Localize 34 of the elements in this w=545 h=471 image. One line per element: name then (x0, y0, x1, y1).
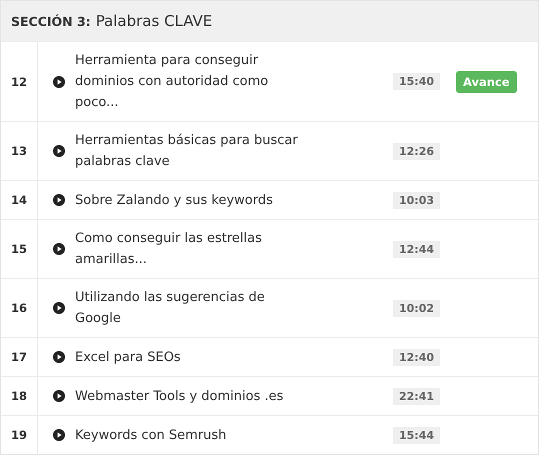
lesson-number: 19 (1, 416, 38, 454)
play-icon[interactable] (53, 76, 65, 88)
lesson-title[interactable]: Sobre Zalando y sus keywords (75, 190, 301, 210)
play-icon[interactable] (53, 194, 65, 206)
lesson-title[interactable]: Excel para SEOs (75, 346, 301, 368)
duration-badge: 10:02 (393, 300, 440, 316)
lesson-number: 13 (1, 122, 38, 180)
lesson-number: 17 (1, 338, 38, 376)
duration-badge: 12:44 (393, 240, 440, 258)
lesson-number: 18 (1, 377, 38, 415)
duration-badge: 12:26 (393, 142, 440, 160)
duration-badge: 22:41 (393, 388, 440, 404)
play-icon[interactable] (53, 243, 65, 255)
play-icon[interactable] (53, 145, 65, 157)
play-icon[interactable] (53, 302, 65, 314)
lesson-title[interactable]: Herramientas básicas para buscar palabras clave (75, 130, 301, 172)
lesson-title[interactable]: Como conseguir las estrellas amarillas... (75, 228, 301, 270)
duration-badge: 15:44 (393, 426, 440, 444)
lesson-number: 15 (1, 220, 38, 278)
play-icon[interactable] (53, 429, 65, 441)
duration-badge: 15:40 (393, 73, 440, 90)
duration-badge: 10:03 (393, 192, 440, 208)
lesson-number: 16 (1, 279, 38, 337)
lesson-number: 14 (1, 181, 38, 219)
lesson-number: 12 (1, 42, 38, 121)
play-icon[interactable] (53, 390, 65, 402)
section-title: Palabras CLAVE (96, 12, 212, 30)
lesson-title[interactable]: Webmaster Tools y dominios .es (75, 386, 301, 406)
section-label: SECCIÓN 3: (11, 14, 91, 28)
play-icon[interactable] (53, 351, 65, 363)
lesson-title[interactable]: Herramienta para conseguir dominios con autoridad como poco... (75, 50, 301, 113)
lesson-title[interactable]: Utilizando las sugerencias de Google (75, 287, 301, 329)
duration-badge: 12:40 (393, 348, 440, 366)
lesson-title[interactable]: Keywords con Semrush (75, 424, 301, 446)
